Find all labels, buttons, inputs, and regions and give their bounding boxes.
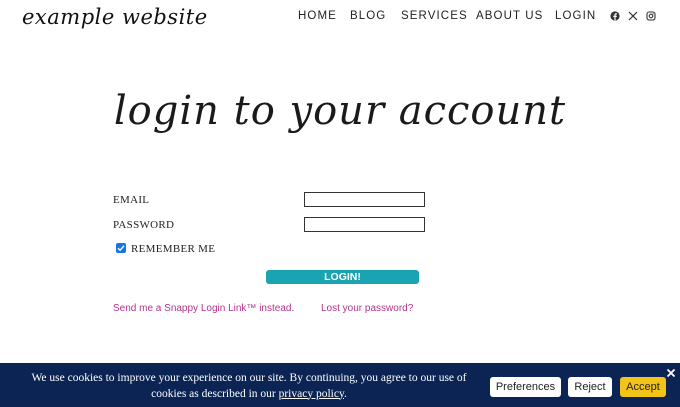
nav-services[interactable]: SERVICES xyxy=(401,10,468,22)
email-label: EMAIL xyxy=(113,194,150,206)
nav-home[interactable]: HOME xyxy=(298,10,337,22)
remember-me-label[interactable]: REMEMBER ME xyxy=(131,243,215,255)
cookie-text-end: . xyxy=(343,387,347,400)
lost-password-link[interactable]: Lost your password? xyxy=(321,303,413,314)
snappy-login-link[interactable]: Send me a Snappy Login Link™ instead. xyxy=(113,303,294,314)
nav-blog[interactable]: BLOG xyxy=(350,10,386,22)
privacy-policy-link[interactable]: privacy policy xyxy=(279,388,344,400)
site-logo[interactable]: example website xyxy=(22,5,208,29)
accept-button[interactable]: Accept xyxy=(620,377,666,397)
preferences-button[interactable]: Preferences xyxy=(490,377,561,397)
nav-login[interactable]: LOGIN xyxy=(555,10,596,22)
reject-button[interactable]: Reject xyxy=(568,377,612,397)
checkmark-icon xyxy=(117,245,125,252)
facebook-icon[interactable] xyxy=(610,11,620,23)
cookie-text: We use cookies to improve your experienc… xyxy=(31,372,467,400)
x-icon[interactable] xyxy=(628,11,638,23)
close-icon[interactable] xyxy=(666,365,678,378)
instagram-icon[interactable] xyxy=(646,11,656,23)
password-field[interactable] xyxy=(304,217,425,232)
password-label: PASSWORD xyxy=(113,219,175,231)
email-field[interactable] xyxy=(304,192,425,207)
cookie-banner: We use cookies to improve your experienc… xyxy=(0,363,680,407)
page-title: login to your account xyxy=(113,88,567,134)
nav-about-us[interactable]: ABOUT US xyxy=(476,10,543,22)
remember-me-checkbox[interactable] xyxy=(116,243,126,253)
cookie-message: We use cookies to improve your experienc… xyxy=(18,371,480,402)
login-button[interactable]: LOGIN! xyxy=(266,270,419,284)
